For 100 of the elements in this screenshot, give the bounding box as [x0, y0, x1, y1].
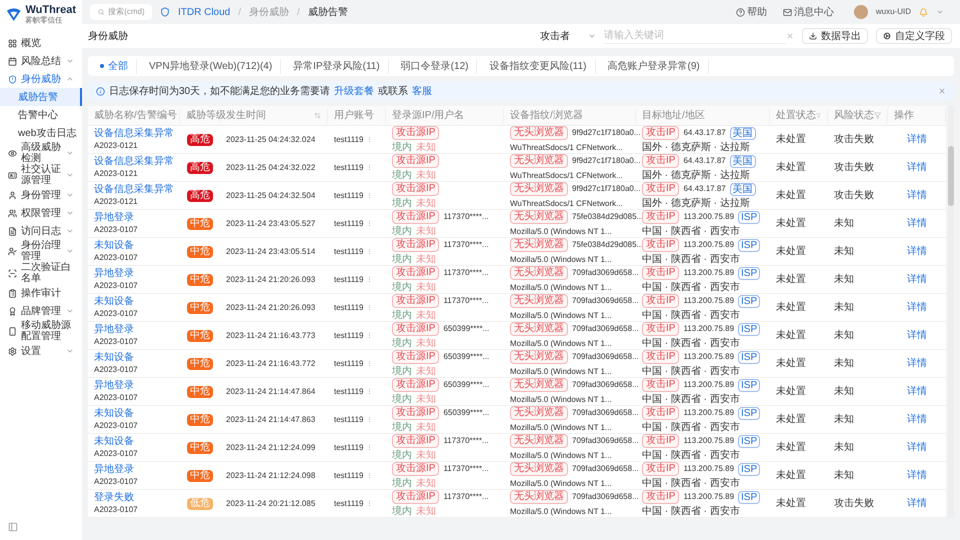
support-link[interactable]: 客服	[412, 84, 432, 98]
breadcrumb-link[interactable]: 身份威胁	[249, 4, 290, 20]
source-tag: 攻击源IP	[392, 210, 440, 224]
sidebar-item[interactable]: 身份威胁	[0, 70, 82, 88]
details-link[interactable]: 详情	[907, 496, 927, 511]
source-state: 未知	[416, 310, 436, 321]
details-link[interactable]: 详情	[907, 356, 927, 371]
region-badge: ISP	[738, 266, 760, 280]
customize-button[interactable]: 自定义字段	[876, 28, 952, 44]
threat-name-link[interactable]: 未知设备	[94, 296, 174, 308]
threat-name-link[interactable]: 异地登录	[94, 380, 174, 392]
details-link[interactable]: 详情	[907, 244, 927, 259]
close-icon[interactable]	[938, 87, 946, 95]
sidebar-item[interactable]: 概览	[0, 34, 82, 52]
details-link[interactable]: 详情	[907, 440, 927, 455]
source-state: 未知	[416, 478, 436, 489]
source-location: 境内	[392, 366, 412, 377]
device-tag: 无头浏览器	[510, 294, 568, 308]
submenu-item[interactable]: 威胁告警	[0, 88, 82, 106]
sidebar-item[interactable]: 品牌管理	[0, 302, 82, 320]
threat-name-link[interactable]: 异地登录	[94, 464, 174, 476]
filter-icon[interactable]	[816, 112, 821, 119]
details-link[interactable]: 详情	[907, 328, 927, 343]
threat-name-link[interactable]: 设备信息采集异常	[94, 184, 174, 196]
info-icon	[96, 86, 105, 96]
messages-button[interactable]: 消息中心	[782, 4, 834, 20]
search-field[interactable]: 搜索(cmd)	[90, 4, 152, 20]
severity-label: 中危	[187, 302, 213, 314]
avatar[interactable]	[854, 5, 868, 19]
clear-icon[interactable]	[786, 32, 794, 40]
filter-icon[interactable]	[874, 112, 881, 119]
threat-name-link[interactable]: 异地登录	[94, 212, 174, 224]
handling-status: 未处置	[775, 496, 807, 511]
submenu-item[interactable]: 告警中心	[0, 106, 82, 124]
threat-name-link[interactable]: 未知设备	[94, 352, 174, 364]
threat-name-link[interactable]: 未知设备	[94, 240, 174, 252]
export-button[interactable]: 数据导出	[802, 28, 868, 44]
target-ip: 113.200.75.89	[683, 211, 734, 223]
bell-icon[interactable]	[919, 8, 928, 16]
tab[interactable]: 异常IP登录风险(11)	[285, 58, 389, 74]
details-link[interactable]: 详情	[907, 160, 927, 175]
threat-name-link[interactable]: 未知设备	[94, 408, 174, 420]
sidebar-item[interactable]: 访问日志	[0, 222, 82, 240]
details-link[interactable]: 详情	[907, 216, 927, 231]
breadcrumb-link[interactable]: 威胁告警	[308, 4, 348, 20]
column-header: 发生时间	[226, 108, 266, 123]
target-tag: 攻击IP	[642, 350, 680, 364]
sidebar-item[interactable]: 二次验证白名单	[0, 262, 82, 284]
threat-name-link[interactable]: 设备信息采集异常	[94, 128, 174, 140]
region-badge: 美国	[730, 154, 756, 168]
details-link[interactable]: 详情	[907, 272, 927, 287]
upgrade-link[interactable]: 升级套餐	[334, 84, 374, 98]
tab[interactable]: 设备指纹变更风险(11)	[481, 58, 596, 74]
search-icon	[98, 8, 104, 16]
user-agent: WuThreatSdocs/1 CFNetwork...	[510, 142, 624, 153]
details-link[interactable]: 详情	[907, 468, 927, 483]
tab[interactable]: 全部	[92, 58, 137, 74]
logo-icon	[6, 7, 22, 23]
risk-status: 未知	[833, 328, 855, 343]
sidebar-item[interactable]: 身份管理	[0, 186, 82, 204]
breadcrumb-link[interactable]: ITDR Cloud	[178, 4, 230, 20]
details-link[interactable]: 详情	[907, 300, 927, 315]
sidebar-item[interactable]: 权限管理	[0, 204, 82, 222]
target-region: 中国 · 陕西省 · 西安市	[642, 366, 741, 377]
sidebar-item[interactable]: 风险总结	[0, 52, 82, 70]
threat-name-link[interactable]: 异地登录	[94, 268, 174, 280]
sort-icon[interactable]	[314, 112, 321, 119]
chevron-icon[interactable]	[936, 8, 944, 16]
tab[interactable]: 弱口令登录(12)	[392, 58, 478, 74]
sidebar-item[interactable]: 设置	[0, 342, 82, 360]
help-button[interactable]: 帮助	[736, 4, 767, 20]
threat-name-link[interactable]: 设备信息采集异常	[94, 156, 174, 168]
sidebar-item[interactable]: 社交认证源管理	[0, 164, 82, 186]
user-text: test1119	[334, 274, 364, 286]
sidebar-item[interactable]: 移动威胁源配置管理	[0, 320, 82, 342]
sidebar-item[interactable]: 高级威胁检测	[0, 142, 82, 164]
alert-id: A2023-0107	[94, 392, 139, 403]
details-link[interactable]: 详情	[907, 384, 927, 399]
field-select[interactable]: 攻击者	[540, 28, 596, 44]
chevron-icon	[66, 209, 74, 217]
threat-name-link[interactable]: 异地登录	[94, 324, 174, 336]
sidebar-item[interactable]: 操作审计	[0, 284, 82, 302]
alert-id: A2023-0107	[94, 476, 139, 487]
tab[interactable]: 高危账户登录异常(9)	[600, 58, 709, 74]
region-badge: ISP	[738, 350, 760, 364]
threat-name-link[interactable]: 未知设备	[94, 436, 174, 448]
collapse-icon[interactable]	[8, 522, 18, 532]
keyword-field[interactable]: 请输入关键词	[604, 28, 786, 44]
tab[interactable]: VPN异地登录(Web)(712)(4)	[141, 58, 282, 74]
threat-name-link[interactable]: 登录失败	[94, 492, 174, 504]
details-link[interactable]: 详情	[907, 412, 927, 427]
submenu-item[interactable]: web攻击日志	[0, 124, 82, 142]
risk-status: 未知	[833, 440, 855, 455]
sidebar-item[interactable]: 身份治理管理	[0, 240, 82, 262]
time-text: 2023-11-25 04:24:32.024	[225, 134, 316, 146]
device-tag: 无头浏览器	[510, 154, 568, 168]
scrollbar[interactable]	[948, 106, 954, 518]
user-agent: Mozilla/5.0 (Windows NT 1...	[510, 422, 613, 433]
details-link[interactable]: 详情	[907, 132, 927, 147]
details-link[interactable]: 详情	[907, 188, 927, 203]
